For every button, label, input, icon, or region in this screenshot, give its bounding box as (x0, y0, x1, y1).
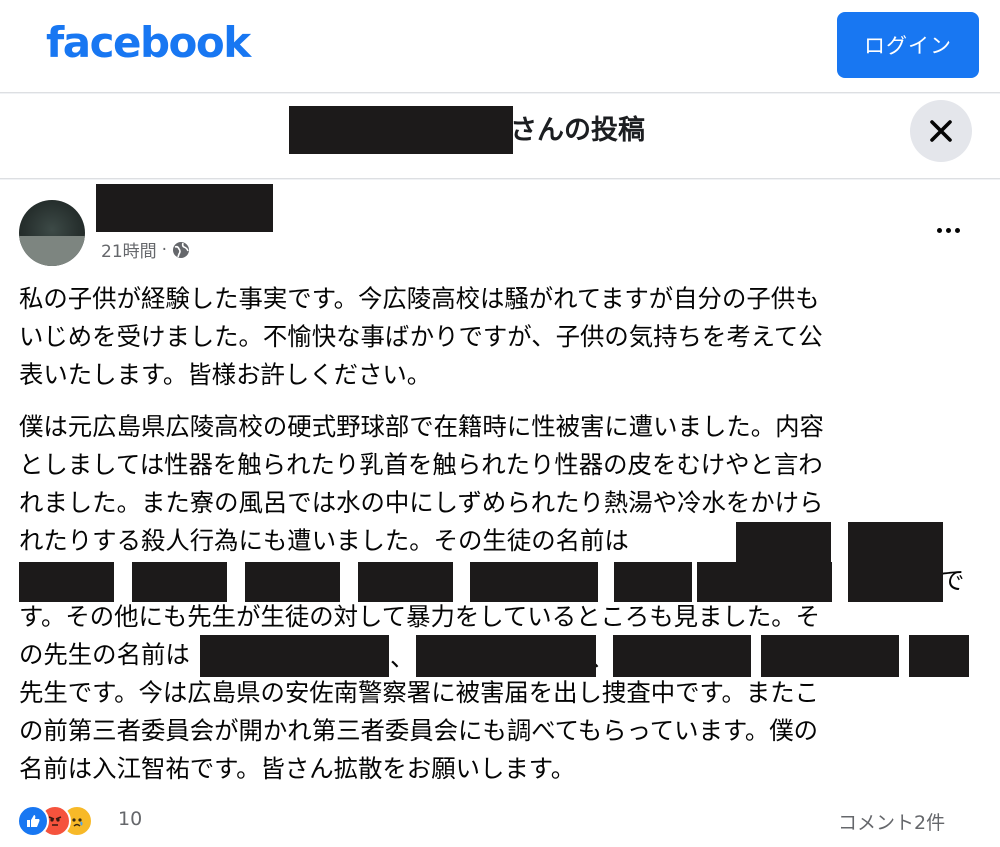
redacted-teacher-name (613, 635, 751, 677)
login-button[interactable]: ログイン (837, 12, 979, 78)
redacted-student-name (614, 562, 692, 602)
like-icon (17, 805, 49, 837)
post-line: 僕は元広島県広陵高校の硬式野球部で在籍時に性被害に遭いました。内容 (19, 412, 824, 441)
redacted-student-name (358, 562, 453, 602)
post-line: 先生です。今は広島県の安佐南警察署に被害届を出し捜査中です。またこ (19, 678, 820, 707)
facebook-logo[interactable]: facebook (46, 18, 251, 67)
post-line: いじめを受けました。不愉快な事ばかりですが、子供の気持ちを考えて公 (19, 322, 823, 351)
close-icon (930, 120, 952, 142)
teacher-separator: 、 (390, 643, 415, 672)
more-dot-icon (945, 227, 951, 233)
meta-separator: · (161, 239, 168, 260)
redacted-teacher-name (761, 635, 899, 677)
post-line: 私の子供が経験した事実です。今広陵高校は騒がれてますが自分の子供も (19, 284, 820, 313)
more-dot-icon (936, 227, 942, 233)
redacted-author-name (289, 106, 513, 154)
redacted-student-name (470, 562, 598, 602)
reaction-count[interactable]: 10 (118, 808, 142, 830)
more-dot-icon (954, 227, 960, 233)
post-line: の前第三者委員会が開かれ第三者委員会にも調べてもらっています。僕の (19, 716, 819, 745)
redacted-teacher-name (909, 635, 969, 677)
redacted-teacher-name (200, 635, 389, 677)
redacted-student-name (697, 562, 832, 602)
avatar[interactable] (19, 200, 85, 266)
redacted-student-name (848, 522, 943, 566)
post-line: れました。また寮の風呂では水の中にしずめられたり熱湯や冷水をかけら (19, 488, 824, 517)
redacted-student-name (848, 562, 943, 602)
post-title: さんの投稿 (510, 115, 645, 146)
close-button[interactable] (910, 100, 972, 162)
globe-icon (173, 241, 190, 258)
post-line: す。その他にも先生が生徒の対して暴力をしているところも見ました。そ (19, 602, 820, 631)
redacted-student-name (245, 562, 340, 602)
redacted-student-name (736, 522, 831, 566)
line-end-fragment: で (940, 566, 965, 595)
reactions-summary[interactable] (17, 803, 117, 837)
redacted-student-name (19, 562, 114, 602)
post-line: 名前は入江智祐です。皆さん拡散をお願いします。 (19, 754, 576, 783)
post-paragraph-1: 私の子供が経験した事実です。今広陵高校は騒がれてますが自分の子供も いじめを受け… (19, 280, 977, 394)
post-line: としましては性器を触られたり乳首を触られたり性器の皮をむけやと言わ (19, 450, 823, 479)
post-line: 表いたします。皆様お許しください。 (19, 360, 432, 389)
post-timestamp[interactable]: 21時間 (101, 237, 157, 262)
redacted-teacher-name (416, 635, 596, 677)
redacted-student-name (132, 562, 227, 602)
top-bar: facebook ログイン (0, 0, 1000, 93)
more-options-button[interactable] (928, 218, 968, 242)
post-line: れたりする殺人行為にも遭いました。その生徒の名前は (19, 526, 629, 555)
post-meta: 21時間 · (101, 237, 190, 262)
comments-count-link[interactable]: コメント2件 (838, 808, 945, 835)
redacted-poster-name (96, 184, 273, 232)
